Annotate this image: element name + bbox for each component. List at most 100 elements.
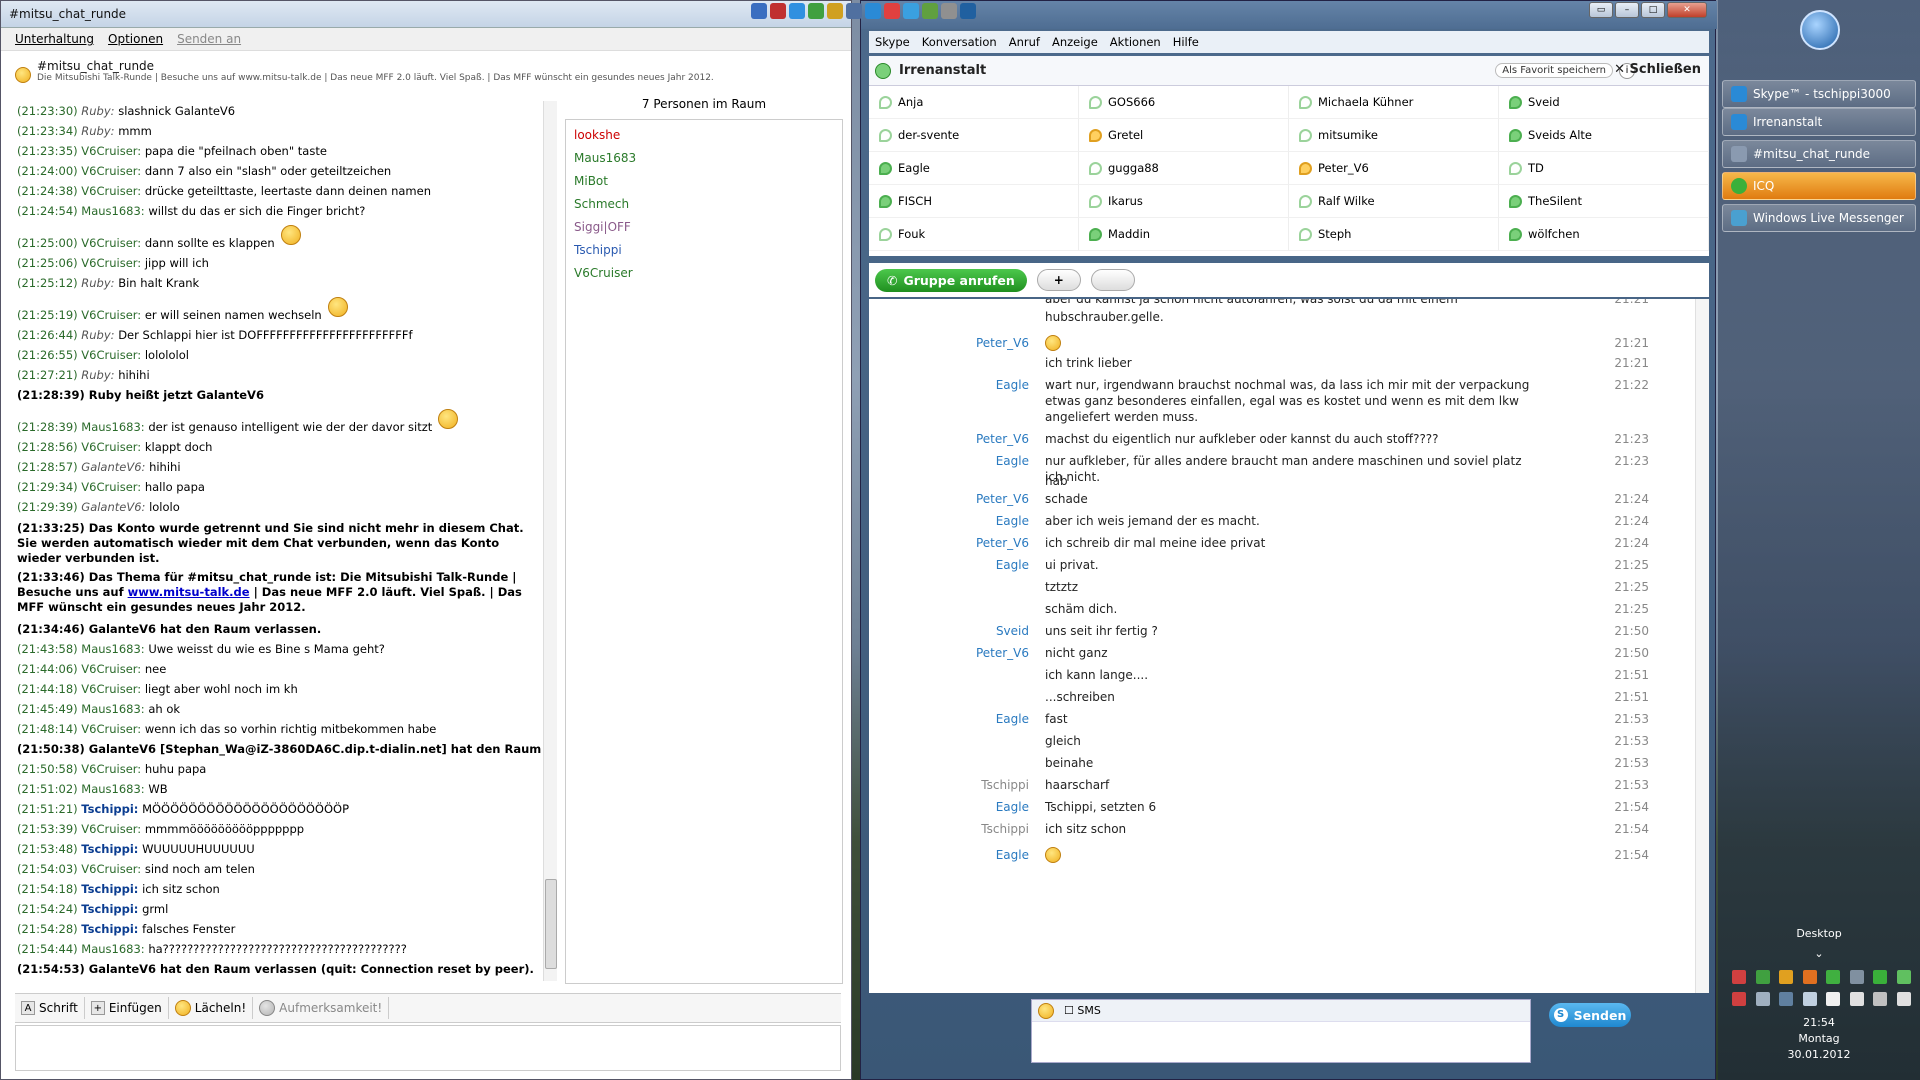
clock[interactable]: 21:54 Montag 30.01.2012 xyxy=(1722,1015,1916,1063)
restore-icon[interactable]: ▭ xyxy=(1589,2,1613,18)
user-list-item[interactable]: Schmech xyxy=(574,193,834,216)
topic-link[interactable]: www.mitsu-talk.de xyxy=(128,585,250,599)
smiley-button[interactable]: Lächeln! xyxy=(169,997,254,1019)
group-member[interactable]: TheSilent xyxy=(1499,185,1709,218)
user-list-item[interactable]: Siggi|OFF xyxy=(574,216,834,239)
tray-icon[interactable] xyxy=(1849,970,1864,984)
group-member[interactable]: gugga88 xyxy=(1079,152,1289,185)
nickname[interactable]: V6Cruiser: xyxy=(81,308,141,322)
app-icon[interactable] xyxy=(941,3,957,19)
message-author[interactable]: Eagle xyxy=(869,555,1029,575)
nickname[interactable]: V6Cruiser: xyxy=(81,822,141,836)
message-author[interactable]: Peter_V6 xyxy=(869,643,1029,663)
nickname[interactable]: Maus1683: xyxy=(81,420,144,434)
app-icon[interactable] xyxy=(751,3,767,19)
nickname[interactable]: Tschippi: xyxy=(81,882,138,896)
group-member[interactable]: Gretel xyxy=(1079,119,1289,152)
group-member[interactable]: Sveid xyxy=(1499,86,1709,119)
message-author[interactable]: Sveid xyxy=(869,621,1029,641)
message-author[interactable]: Eagle xyxy=(869,511,1029,531)
message-author[interactable]: Eagle xyxy=(869,451,1029,471)
call-group-button[interactable]: ✆ Gruppe anrufen xyxy=(875,268,1027,292)
favorite-button[interactable]: Als Favorit speichern xyxy=(1495,63,1613,78)
group-member[interactable]: Ikarus xyxy=(1079,185,1289,218)
chevron-down-icon[interactable]: ⌄ xyxy=(1722,947,1916,960)
nickname[interactable]: V6Cruiser: xyxy=(81,348,141,362)
tray-icon[interactable] xyxy=(1755,970,1770,984)
app-icon[interactable] xyxy=(789,3,805,19)
tray-icon[interactable] xyxy=(1896,970,1911,984)
app-icon[interactable] xyxy=(903,3,919,19)
menu-hilfe[interactable]: Hilfe xyxy=(1173,35,1199,49)
font-button[interactable]: A Schrift xyxy=(15,997,85,1019)
app-icon[interactable] xyxy=(846,3,862,19)
group-member[interactable]: wölfchen xyxy=(1499,218,1709,251)
nickname[interactable]: V6Cruiser: xyxy=(81,256,141,270)
message-author[interactable]: Tschippi xyxy=(869,775,1029,795)
nickname[interactable]: Ruby: xyxy=(81,328,114,342)
message-author[interactable]: Peter_V6 xyxy=(869,429,1029,449)
message-author[interactable]: Peter_V6 xyxy=(869,533,1029,553)
nickname[interactable]: Ruby: xyxy=(81,124,114,138)
menu-konversation[interactable]: Konversation xyxy=(922,35,997,49)
volume-icon[interactable] xyxy=(1896,992,1911,1006)
group-member[interactable]: Steph xyxy=(1289,218,1499,251)
app-icon[interactable] xyxy=(960,3,976,19)
minimize-icon[interactable]: – xyxy=(1615,2,1639,18)
nickname[interactable]: Tschippi: xyxy=(81,842,138,856)
taskbar-item-icq[interactable]: ICQ xyxy=(1722,172,1916,200)
app-icon[interactable] xyxy=(770,3,786,19)
group-member[interactable]: Ralf Wilke xyxy=(1289,185,1499,218)
tray-icon[interactable] xyxy=(1779,992,1793,1006)
menu-aktionen[interactable]: Aktionen xyxy=(1110,35,1161,49)
user-list-item[interactable]: V6Cruiser xyxy=(574,262,834,285)
menu-optionen[interactable]: Optionen xyxy=(108,32,163,46)
nickname[interactable]: GalanteV6: xyxy=(81,460,145,474)
user-list-item[interactable]: Maus1683 xyxy=(574,147,834,170)
message-author[interactable]: Tschippi xyxy=(869,819,1029,839)
group-member[interactable]: Michaela Kühner xyxy=(1289,86,1499,119)
skype-message-input[interactable]: ☐ SMS xyxy=(1031,999,1531,1063)
group-member[interactable]: Anja xyxy=(869,86,1079,119)
group-member[interactable]: Maddin xyxy=(1079,218,1289,251)
nickname[interactable]: Maus1683: xyxy=(81,782,144,796)
nickname[interactable]: V6Cruiser: xyxy=(81,440,141,454)
call-quality-icon[interactable] xyxy=(1090,269,1135,291)
group-member[interactable]: FISCH xyxy=(869,185,1079,218)
tray-icon[interactable] xyxy=(1826,970,1840,984)
nickname[interactable]: V6Cruiser: xyxy=(81,184,141,198)
group-member[interactable]: mitsumike xyxy=(1289,119,1499,152)
user-list-item[interactable]: MiBot xyxy=(574,170,834,193)
tray-icon[interactable] xyxy=(1873,970,1887,984)
chat-scrollbar[interactable] xyxy=(543,101,557,981)
nickname[interactable]: Ruby: xyxy=(81,104,114,118)
network-icon[interactable] xyxy=(1849,992,1864,1006)
nickname[interactable]: Maus1683: xyxy=(81,204,144,218)
maximize-icon[interactable]: □ xyxy=(1641,2,1665,18)
taskbar-item-messenger[interactable]: Windows Live Messenger xyxy=(1722,204,1916,232)
emoticon-icon[interactable] xyxy=(1038,1002,1054,1019)
message-author[interactable]: Peter_V6 xyxy=(869,333,1029,353)
menu-senden-an[interactable]: Senden an xyxy=(177,32,241,46)
nickname[interactable]: Tschippi: xyxy=(81,802,138,816)
group-member[interactable]: Fouk xyxy=(869,218,1079,251)
app-icon[interactable] xyxy=(922,3,938,19)
app-icon[interactable] xyxy=(827,3,843,19)
insert-button[interactable]: + Einfügen xyxy=(85,997,169,1019)
message-author[interactable]: Eagle xyxy=(869,845,1029,865)
app-icon[interactable] xyxy=(884,3,900,19)
nickname[interactable]: Ruby: xyxy=(81,276,114,290)
tray-icon[interactable] xyxy=(1755,992,1770,1006)
close-conversation-button[interactable]: ✕ Schließen xyxy=(1614,62,1701,77)
user-list-item[interactable]: lookshe xyxy=(574,124,834,147)
tray-icon[interactable] xyxy=(1732,970,1746,984)
group-member[interactable]: Peter_V6 xyxy=(1289,152,1499,185)
desktop-label[interactable]: Desktop xyxy=(1722,927,1916,940)
tray-icon[interactable] xyxy=(1802,992,1817,1006)
menu-anruf[interactable]: Anruf xyxy=(1009,35,1040,49)
nickname[interactable]: Ruby: xyxy=(81,368,114,382)
nickname[interactable]: Maus1683: xyxy=(81,642,144,656)
group-member[interactable]: der-svente xyxy=(869,119,1079,152)
signal-icon[interactable] xyxy=(1873,992,1887,1006)
message-author[interactable]: Eagle xyxy=(869,709,1029,729)
